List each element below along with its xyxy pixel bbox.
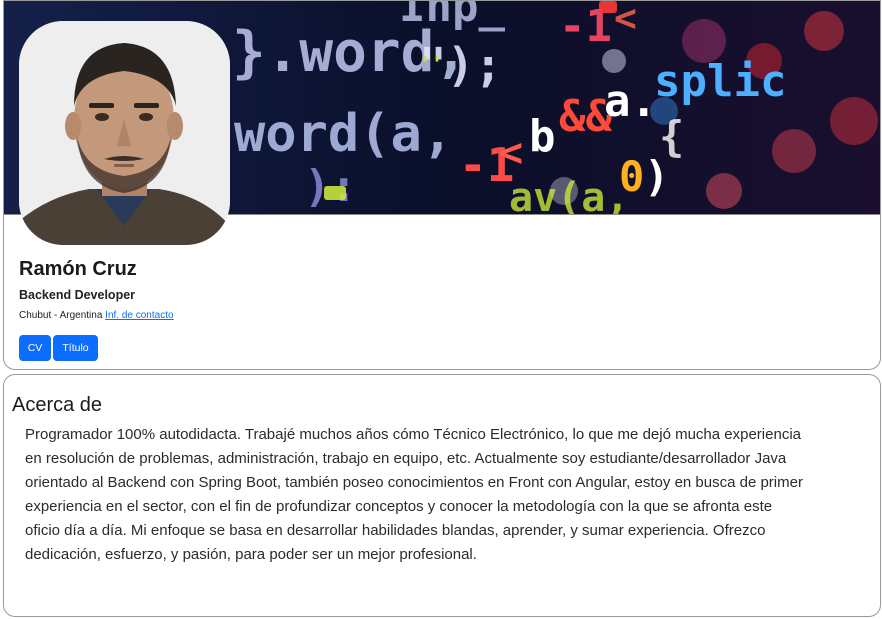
svg-text:a.: a. (604, 76, 657, 127)
svg-text:<: < (499, 130, 523, 176)
svg-text:{: { (659, 112, 684, 161)
svg-text:Inp_: Inp_ (399, 1, 505, 32)
profile-location-line: Chubut - Argentina Inf. de contacto (19, 310, 174, 321)
contact-info-link[interactable]: Inf. de contacto (105, 310, 173, 321)
svg-text:splic: splic (654, 56, 786, 107)
svg-text:av(a,: av(a, (509, 175, 629, 215)
about-card: Acerca de Programador 100% autodidacta. … (3, 374, 881, 617)
cv-button[interactable]: CV (19, 335, 51, 361)
title-button[interactable]: Título (53, 335, 98, 361)
profile-role: Backend Developer (19, 288, 136, 302)
svg-text:b: b (529, 111, 556, 162)
profile-name: Ramón Cruz (19, 258, 137, 280)
svg-text:0: 0 (619, 152, 644, 201)
profile-photo (19, 21, 230, 245)
about-heading: Acerca de (12, 394, 103, 416)
avatar (19, 21, 230, 245)
profile-card: }.word, Inp_ -1 < word(a, "); '' -1 < b … (3, 0, 881, 370)
svg-text:<: < (614, 1, 637, 40)
profile-location: Chubut - Argentina (19, 310, 103, 321)
svg-text:word(a,: word(a, (234, 104, 453, 164)
svg-text:'': '' (419, 52, 443, 76)
about-text: Programador 100% autodidacta. Trabajé mu… (25, 426, 803, 563)
